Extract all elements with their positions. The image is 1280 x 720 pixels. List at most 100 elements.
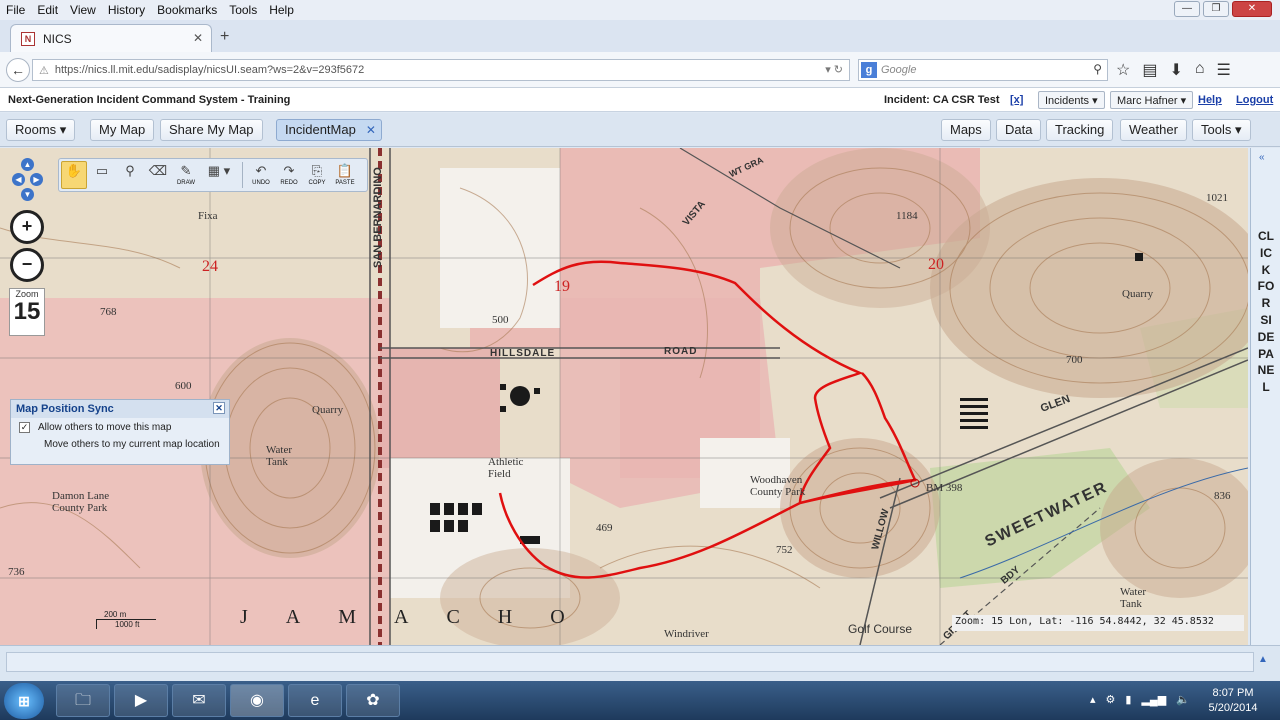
tray-network-share-icon[interactable]: ⚙ — [1106, 693, 1116, 706]
eraser-icon[interactable]: ⌫ — [145, 161, 171, 189]
tab-strip: N NICS ✕ + — [0, 20, 1280, 52]
bookmarks-list-icon[interactable]: ▤ — [1142, 60, 1157, 80]
pan-left-icon[interactable]: ◀ — [12, 173, 25, 186]
close-tab-icon[interactable]: ✕ — [193, 31, 203, 45]
pan-right-icon[interactable]: ▶ — [30, 173, 43, 186]
expand-bottom-icon[interactable]: ▲ — [1258, 654, 1268, 665]
system-tray: ▴ ⚙ ▮ ▂▄▆ 🔈 — [1090, 693, 1190, 706]
signal-icon[interactable]: ▂▄▆ — [1141, 693, 1166, 706]
windows-start-icon[interactable]: ⊞ — [4, 683, 44, 719]
expand-panel-icon[interactable]: « — [1259, 152, 1265, 163]
copy-button[interactable]: ⎘ COPY — [304, 161, 330, 189]
menu-view[interactable]: View — [64, 3, 102, 17]
weather-button[interactable]: Weather — [1120, 119, 1187, 141]
logout-link[interactable]: Logout — [1236, 94, 1273, 106]
menu-file[interactable]: File — [0, 3, 31, 17]
help-link[interactable]: Help — [1198, 94, 1222, 106]
box-select-icon[interactable]: ▭ — [89, 161, 115, 189]
reload-icon[interactable]: ▾ ↻ — [825, 63, 843, 76]
media-player-taskbar-icon[interactable]: ▶ — [114, 684, 168, 717]
move-others-link[interactable]: Move others to my current map location — [11, 437, 229, 454]
map-label-damon-lane: Damon Lane County Park — [52, 490, 110, 514]
taskbar-clock[interactable]: 8:07 PM 5/20/2014 — [1196, 686, 1270, 716]
warning-icon: ⚠ — [39, 64, 49, 77]
zoom-out-icon[interactable]: − — [10, 248, 44, 282]
status-bar: ▲ — [0, 645, 1280, 681]
draw-button[interactable]: ✎ DRAW — [173, 161, 199, 189]
nics-favicon-icon: N — [21, 31, 35, 46]
google-logo-icon: g — [861, 62, 877, 78]
close-window-icon[interactable]: ✕ — [1232, 1, 1272, 17]
tracking-button[interactable]: Tracking — [1046, 119, 1114, 141]
close-sync-panel-icon[interactable]: ✕ — [213, 402, 225, 414]
map-label-500: 500 — [492, 314, 509, 326]
maps-button[interactable]: Maps — [941, 119, 991, 141]
minimize-icon[interactable]: — — [1174, 1, 1200, 17]
undo-button[interactable]: ↶ UNDO — [248, 161, 274, 189]
battery-icon[interactable]: ▮ — [1125, 693, 1131, 706]
tab-incident-map[interactable]: IncidentMap ✕ — [276, 119, 382, 141]
search-icon[interactable]: ⚲ — [1093, 62, 1102, 76]
share-my-map-button[interactable]: Share My Map — [160, 119, 263, 141]
browser-tab-nics[interactable]: N NICS ✕ — [10, 24, 212, 52]
home-icon[interactable]: ⌂ — [1195, 60, 1205, 80]
my-map-button[interactable]: My Map — [90, 119, 155, 141]
explorer-taskbar-icon[interactable]: 🗀 — [56, 684, 110, 717]
feature-dropdown-icon[interactable]: ▦ ▾ — [201, 161, 237, 189]
rooms-button[interactable]: Rooms ▾ — [6, 119, 76, 141]
data-button[interactable]: Data — [996, 119, 1042, 141]
map-label-hillsdale: HILLSDALE — [490, 348, 556, 359]
map-label-san-bernardino: SAN BERNARDINO — [372, 167, 384, 268]
nav-bar: ← ⚠ https://nics.ll.mit.edu/sadisplay/ni… — [0, 52, 1280, 88]
window-controls: — ❐ ✕ — [1174, 1, 1272, 17]
hand-pan-icon[interactable]: ✋ — [61, 161, 87, 189]
redo-button[interactable]: ↷ REDO — [276, 161, 302, 189]
map-label-1021: 1021 — [1206, 192, 1228, 204]
zoom-in-icon[interactable]: + — [10, 210, 44, 244]
screen: File Edit View History Bookmarks Tools H… — [0, 0, 1280, 720]
zoom-value: 15 — [13, 298, 41, 325]
outlook-taskbar-icon[interactable]: ✉ — [172, 684, 226, 717]
menu-edit[interactable]: Edit — [31, 3, 64, 17]
map-label-water-tank-right: Water Tank — [1120, 586, 1146, 610]
side-panel-toggle[interactable]: « CLICK FOR SIDE PANEL — [1250, 148, 1280, 645]
downloads-icon[interactable]: ⬇ — [1169, 60, 1182, 80]
tools-button[interactable]: Tools ▾ — [1192, 119, 1251, 141]
map-label-jamacho: JAMACHO — [240, 606, 603, 628]
scale-top-label: 200 m — [96, 610, 156, 620]
internet-explorer-taskbar-icon[interactable]: e — [288, 684, 342, 717]
toolbar-separator — [242, 162, 243, 188]
flower-app-taskbar-icon[interactable]: ✿ — [346, 684, 400, 717]
search-bar[interactable]: g Google ⚲ — [858, 59, 1108, 81]
back-arrow-icon[interactable]: ← — [6, 58, 30, 82]
map-label-768: 768 — [100, 306, 117, 318]
menu-help[interactable]: Help — [263, 3, 300, 17]
bookmark-star-icon[interactable]: ☆ — [1116, 60, 1130, 80]
allow-move-checkbox[interactable]: ✓ — [19, 422, 30, 433]
menu-bookmarks[interactable]: Bookmarks — [151, 3, 223, 17]
allow-move-label: Allow others to move this map — [38, 422, 172, 433]
windows-taskbar: ⊞ 🗀 ▶ ✉ ◉ e ✿ ▴ ⚙ ▮ ▂▄▆ 🔈 8:07 PM 5/20/2… — [0, 681, 1280, 720]
hamburger-menu-icon[interactable]: ☰ — [1217, 60, 1231, 80]
tray-expand-icon[interactable]: ▴ — [1090, 693, 1096, 706]
firefox-taskbar-icon[interactable]: ◉ — [230, 684, 284, 717]
menu-history[interactable]: History — [102, 3, 151, 17]
volume-icon[interactable]: 🔈 — [1176, 693, 1190, 706]
new-tab-icon[interactable]: + — [220, 28, 229, 46]
url-bar[interactable]: ⚠ https://nics.ll.mit.edu/sadisplay/nics… — [32, 59, 850, 81]
pan-up-icon[interactable]: ▲ — [21, 158, 34, 171]
close-incident-map-icon[interactable]: ✕ — [366, 123, 376, 137]
map-label-quarry-right: Quarry — [1122, 288, 1154, 300]
pan-down-icon[interactable]: ▼ — [21, 188, 34, 201]
allow-move-row[interactable]: ✓ Allow others to move this map — [11, 418, 229, 437]
map-label-1184: 1184 — [896, 210, 918, 222]
incidents-dropdown[interactable]: Incidents ▾ — [1038, 91, 1105, 109]
map-view[interactable]: Fixa 24 19 20 768 600 500 469 752 700 11… — [0, 148, 1248, 645]
magnifier-icon[interactable]: ⚲ — [117, 161, 143, 189]
app-title-bar: Next-Generation Incident Command System … — [0, 88, 1280, 112]
menu-tools[interactable]: Tools — [223, 3, 263, 17]
incident-close-link[interactable]: [x] — [1010, 94, 1023, 106]
restore-icon[interactable]: ❐ — [1203, 1, 1229, 17]
user-dropdown[interactable]: Marc Hafner ▾ — [1110, 91, 1194, 109]
paste-button[interactable]: 📋 PASTE — [332, 161, 358, 189]
